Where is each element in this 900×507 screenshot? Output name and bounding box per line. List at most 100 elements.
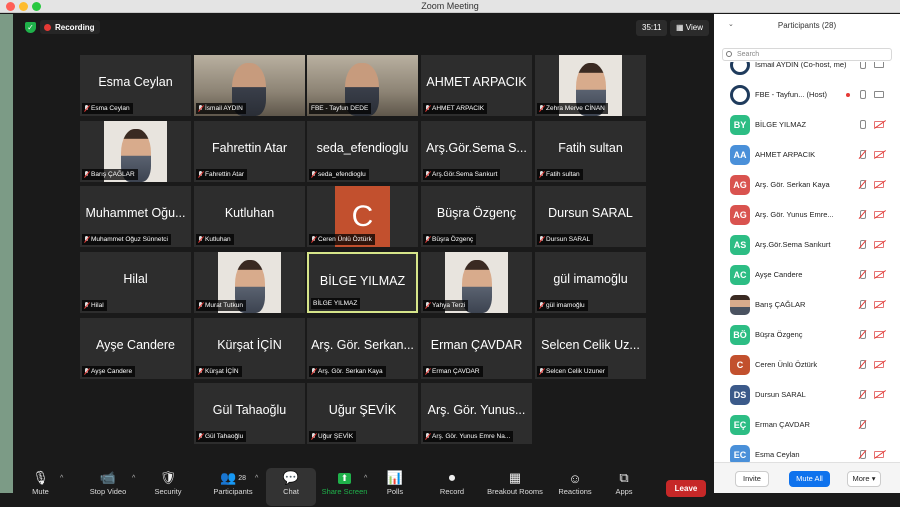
participant-row[interactable]: BÖ Büşra Özgenç	[714, 320, 900, 350]
muted-mic-icon[interactable]	[858, 150, 866, 160]
muted-mic-icon[interactable]	[858, 360, 866, 370]
video-tile[interactable]: Büşra Özgenç Büşra Özgenç	[421, 186, 532, 247]
breakout-rooms-button[interactable]: ▦ Breakout Rooms	[483, 469, 547, 505]
video-tile[interactable]: Zehra Merve CİNAN	[535, 55, 646, 116]
reactions-button[interactable]: ☺ Reactions	[553, 469, 597, 505]
chevron-up-icon[interactable]: ^	[255, 475, 258, 482]
video-off-icon[interactable]	[874, 151, 884, 158]
participant-row[interactable]: EC Esma Ceylan	[714, 440, 900, 462]
muted-mic-icon[interactable]	[858, 450, 866, 460]
video-tile[interactable]: Murat Tutkun	[194, 252, 305, 313]
participant-row[interactable]: C Ceren Ünlü Öztürk	[714, 350, 900, 380]
participant-row[interactable]: EÇ Erman ÇAVDAR	[714, 410, 900, 440]
participant-row[interactable]: DS Dursun SARAL	[714, 380, 900, 410]
video-tile[interactable]: C Ceren Ünlü Öztürk	[307, 186, 418, 247]
participant-row[interactable]: Barış ÇAĞLAR	[714, 290, 900, 320]
more-button[interactable]: More ▾	[847, 471, 881, 487]
video-camera-icon[interactable]	[874, 91, 884, 98]
chevron-up-icon[interactable]: ^	[364, 475, 367, 482]
chevron-up-icon[interactable]: ^	[60, 475, 63, 482]
recording-indicator[interactable]: Recording	[40, 20, 100, 34]
stop-video-label: Stop Video	[89, 487, 127, 496]
muted-mic-icon[interactable]	[858, 330, 866, 340]
video-off-icon[interactable]	[874, 391, 884, 398]
video-camera-icon[interactable]	[874, 62, 884, 68]
video-tile[interactable]: Fahrettin Atar Fahrettin Atar	[194, 121, 305, 182]
video-tile[interactable]: Barış ÇAĞLAR	[80, 121, 191, 182]
video-tile[interactable]: İsmail AYDIN	[194, 55, 305, 116]
video-tile[interactable]: Hilal Hilal	[80, 252, 191, 313]
video-tile[interactable]: Dursun SARAL Dursun SARAL	[535, 186, 646, 247]
participant-row[interactable]: İsmail AYDIN (Co-host, me)	[714, 62, 900, 80]
mute-button[interactable]: 🎙 Mute ^	[13, 469, 68, 505]
video-tile[interactable]: gül imamoğlu gül imamoğlu	[535, 252, 646, 313]
participant-row[interactable]: AG Arş. Gör. Serkan Kaya	[714, 170, 900, 200]
video-tile[interactable]: Gül Tahaoğlu Gül Tahaoğlu	[194, 383, 305, 444]
participant-row[interactable]: AA AHMET ARPACIK	[714, 140, 900, 170]
background-window-edge	[0, 14, 13, 493]
video-tile[interactable]: Arş. Gör. Serkan... Arş. Gör. Serkan Kaya	[307, 318, 418, 379]
video-tile[interactable]: Arş. Gör. Yunus... Arş. Gör. Yunus Emre N…	[421, 383, 532, 444]
video-tile[interactable]: Kürşat İÇİN Kürşat İÇİN	[194, 318, 305, 379]
participants-panel: ⌄ Participants (28) Search İsmail AYDIN …	[714, 14, 900, 493]
mute-all-button[interactable]: Mute All	[789, 471, 830, 487]
video-off-icon[interactable]	[874, 211, 884, 218]
participant-row[interactable]: AC Ayşe Candere	[714, 260, 900, 290]
muted-mic-icon[interactable]	[858, 300, 866, 310]
share-screen-button[interactable]: ⬆ Share Screen ^	[317, 469, 372, 505]
tile-display-name: Selcen Celik Uz...	[541, 338, 640, 352]
stop-video-button[interactable]: 📹 Stop Video ^	[76, 469, 140, 505]
video-tile[interactable]: Erman ÇAVDAR Erman ÇAVDAR	[421, 318, 532, 379]
microphone-icon[interactable]	[858, 90, 866, 100]
participant-name: Dursun SARAL	[755, 390, 806, 399]
video-tile[interactable]: seda_efendioglu seda_efendioglu	[307, 121, 418, 182]
apps-button[interactable]: ⧉ Apps	[608, 469, 640, 505]
video-off-icon[interactable]	[874, 121, 884, 128]
video-tile[interactable]: Ayşe Candere Ayşe Candere	[80, 318, 191, 379]
video-off-icon[interactable]	[874, 331, 884, 338]
video-tile[interactable]: Yahya Terzi	[421, 252, 532, 313]
video-off-icon[interactable]	[874, 451, 884, 458]
microphone-icon[interactable]	[858, 120, 866, 130]
video-tile[interactable]: Arş.Gör.Sema S... Arş.Gör.Sema Sarıkurt	[421, 121, 532, 182]
participants-list[interactable]: İsmail AYDIN (Co-host, me) FBE - Tayfun..…	[714, 62, 900, 462]
video-tile[interactable]: Uğur ŞEVİK Uğur ŞEVİK	[307, 383, 418, 444]
video-off-icon[interactable]	[874, 241, 884, 248]
polls-button[interactable]: 📊 Polls	[376, 469, 414, 505]
video-off-icon[interactable]	[874, 181, 884, 188]
video-tile[interactable]: Fatih sultan Fatih sultan	[535, 121, 646, 182]
participant-row[interactable]: FBE - Tayfun... (Host)	[714, 80, 900, 110]
muted-mic-icon[interactable]	[858, 180, 866, 190]
video-off-icon[interactable]	[874, 271, 884, 278]
muted-mic-icon[interactable]	[858, 210, 866, 220]
video-tile[interactable]: Esma Ceylan Esma Ceylan	[80, 55, 191, 116]
video-tile[interactable]: AHMET ARPACIK AHMET ARPACIK	[421, 55, 532, 116]
video-tile[interactable]: Kutluhan Kutluhan	[194, 186, 305, 247]
record-button[interactable]: ⏺ Record	[430, 469, 474, 505]
video-tile[interactable]: FBE - Tayfun DEDE	[307, 55, 418, 116]
video-tile[interactable]: Muhammet Oğu... Muhammet Oğuz Sünnetci	[80, 186, 191, 247]
chevron-up-icon[interactable]: ^	[132, 475, 135, 482]
participant-row[interactable]: AS Arş.Gör.Sema Sarıkurt	[714, 230, 900, 260]
muted-mic-icon[interactable]	[858, 270, 866, 280]
participant-row[interactable]: AG Arş. Gör. Yunus Emre...	[714, 200, 900, 230]
invite-button[interactable]: Invite	[735, 471, 769, 487]
video-off-icon[interactable]	[874, 301, 884, 308]
muted-mic-icon[interactable]	[858, 390, 866, 400]
tile-name-label: Hilal	[82, 300, 107, 311]
security-button[interactable]: 🛡 Security	[146, 469, 190, 505]
tile-name-label: AHMET ARPACIK	[423, 103, 488, 114]
participants-search-input[interactable]: Search	[722, 48, 892, 61]
muted-mic-icon[interactable]	[858, 420, 866, 430]
microphone-icon[interactable]	[858, 62, 866, 70]
encryption-shield-icon[interactable]: ✓	[25, 22, 36, 33]
leave-button[interactable]: Leave	[666, 480, 706, 497]
view-button[interactable]: ▦ View	[670, 20, 709, 36]
participant-row[interactable]: BY BİLGE YILMAZ	[714, 110, 900, 140]
participants-button[interactable]: 👥 28 Participants ^	[203, 469, 263, 505]
video-tile[interactable]: Selcen Celik Uz... Selcen Celik Uzuner	[535, 318, 646, 379]
chat-button[interactable]: 💬 Chat	[266, 469, 316, 505]
muted-mic-icon[interactable]	[858, 240, 866, 250]
video-tile[interactable]: BİLGE YILMAZ BİLGE YILMAZ	[307, 252, 418, 313]
video-off-icon[interactable]	[874, 361, 884, 368]
